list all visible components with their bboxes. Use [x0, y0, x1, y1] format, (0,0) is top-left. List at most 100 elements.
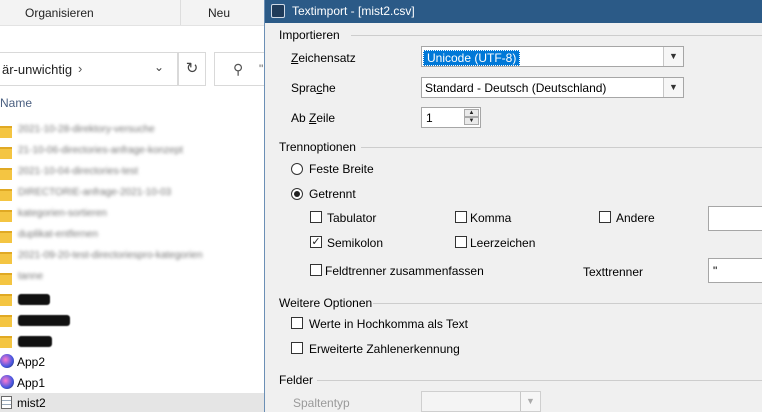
detect-numbers-label[interactable]: Erweiterte Zahlenerkennung	[309, 342, 460, 356]
search-input[interactable]: "	[259, 62, 263, 76]
section-fields: Felder	[279, 373, 314, 387]
folder-icon	[0, 126, 12, 138]
folder-icon	[0, 294, 12, 306]
app-icon	[271, 4, 285, 18]
list-item[interactable]: tanne	[0, 269, 270, 290]
column-type-select[interactable]: ▼	[421, 391, 541, 412]
folder-name: kategorien-sortieren	[18, 208, 107, 219]
list-item[interactable]	[0, 311, 270, 332]
list-item[interactable]: App1	[0, 373, 270, 394]
folder-icon	[0, 147, 12, 159]
spin-up-icon[interactable]: ▲	[464, 109, 479, 117]
list-item[interactable]: 2021-09-20-test-directoriespro-kategorie…	[0, 248, 270, 269]
space-checkbox[interactable]	[455, 236, 467, 248]
new-menu[interactable]: Neu	[208, 6, 230, 20]
folder-name: 21-10-06-directories-anfrage-konzept	[18, 145, 184, 156]
text-import-dialog: Textimport - [mist2.csv] Importieren Zei…	[264, 0, 762, 412]
redacted-name	[18, 294, 50, 305]
charset-label: Zeichensatz	[291, 51, 356, 65]
folder-icon	[0, 252, 12, 264]
fixed-width-radio[interactable]	[291, 163, 303, 175]
folder-icon	[0, 315, 12, 327]
list-item[interactable]: DIRECTORIE-anfrage-2021-10-03	[0, 185, 270, 206]
text-delimiter-input[interactable]: "	[708, 258, 762, 283]
section-further-options: Weitere Optionen	[279, 296, 373, 310]
app-icon	[0, 354, 14, 368]
file-name: mist2	[17, 396, 46, 410]
section-import: Importieren	[279, 28, 340, 42]
charset-value: Unicode (UTF-8)	[423, 50, 521, 66]
ribbon: Organisieren Neu	[0, 0, 270, 26]
merge-delimiters-checkbox[interactable]	[310, 264, 322, 276]
folder-icon	[0, 210, 12, 222]
separated-radio[interactable]	[291, 188, 303, 200]
chevron-down-icon[interactable]: ▼	[663, 47, 683, 66]
tab-checkbox[interactable]	[310, 211, 322, 223]
folder-name: 2021-09-20-test-directoriespro-kategorie…	[18, 250, 203, 261]
list-item[interactable]: 2021-10-28-direktory-versuche	[0, 122, 270, 143]
app-icon	[0, 375, 14, 389]
list-item[interactable]: 2021-10-04-directories-test	[0, 164, 270, 185]
organize-menu[interactable]: Organisieren	[25, 6, 94, 20]
folder-icon	[0, 231, 12, 243]
charset-select[interactable]: Unicode (UTF-8) ▼	[421, 46, 684, 67]
file-explorer-window: Organisieren Neu är-unwichtig › ⌄ ↻ ⚲ " …	[0, 0, 274, 412]
list-item-selected[interactable]: mist2	[0, 393, 270, 412]
list-item[interactable]: 21-10-06-directories-anfrage-konzept	[0, 143, 270, 164]
list-item[interactable]	[0, 332, 270, 353]
folder-name: 2021-10-04-directories-test	[18, 166, 139, 177]
language-label: Sprache	[291, 81, 336, 95]
csv-file-icon	[1, 396, 12, 409]
merge-delimiters-label[interactable]: Feldtrenner zusammenfassen	[325, 264, 484, 278]
quoted-as-text-label[interactable]: Werte in Hochkomma als Text	[309, 317, 468, 331]
chevron-right-icon[interactable]: ›	[78, 61, 82, 76]
column-header-name[interactable]: Name	[0, 96, 32, 110]
search-icon: ⚲	[233, 61, 244, 77]
tab-label[interactable]: Tabulator	[327, 211, 376, 225]
list-item[interactable]: duplikat-entfernen	[0, 227, 270, 248]
chevron-down-icon[interactable]: ▼	[520, 392, 540, 411]
folder-name: DIRECTORIE-anfrage-2021-10-03	[18, 187, 172, 198]
from-row-value: 1	[426, 111, 433, 125]
column-type-label: Spaltentyp	[293, 396, 350, 410]
file-name: App1	[17, 376, 46, 390]
section-separator-options: Trennoptionen	[279, 140, 356, 154]
ribbon-divider	[180, 0, 181, 25]
semicolon-label[interactable]: Semikolon	[327, 236, 383, 250]
divider	[373, 303, 762, 304]
comma-checkbox[interactable]	[455, 211, 467, 223]
quoted-as-text-checkbox[interactable]	[291, 317, 303, 329]
divider	[361, 147, 762, 148]
spin-down-icon[interactable]: ▼	[464, 117, 479, 125]
refresh-button[interactable]: ↻	[178, 52, 206, 86]
semicolon-checkbox[interactable]: ✓	[310, 236, 322, 248]
folder-icon	[0, 168, 12, 180]
folder-name: duplikat-entfernen	[18, 229, 99, 240]
file-name: App2	[17, 355, 46, 369]
detect-numbers-checkbox[interactable]	[291, 342, 303, 354]
folder-name: 2021-10-28-direktory-versuche	[18, 124, 155, 135]
folder-icon	[0, 189, 12, 201]
from-row-stepper[interactable]: 1 ▲ ▼	[421, 107, 481, 128]
divider	[317, 380, 762, 381]
other-separator-input[interactable]	[708, 206, 762, 231]
refresh-icon: ↻	[185, 60, 199, 77]
fixed-width-label[interactable]: Feste Breite	[309, 162, 374, 176]
separated-label[interactable]: Getrennt	[309, 187, 356, 201]
list-item[interactable]	[0, 290, 270, 311]
comma-label[interactable]: Komma	[470, 211, 511, 225]
list-item[interactable]: kategorien-sortieren	[0, 206, 270, 227]
list-item[interactable]: App2	[0, 352, 270, 373]
address-bar[interactable]: är-unwichtig › ⌄	[0, 52, 178, 86]
text-delimiter-value: "	[713, 264, 718, 278]
other-checkbox[interactable]	[599, 211, 611, 223]
folder-icon	[0, 273, 12, 285]
language-select[interactable]: Standard - Deutsch (Deutschland) ▼	[421, 77, 684, 98]
language-value: Standard - Deutsch (Deutschland)	[425, 81, 607, 95]
text-delimiter-label: Texttrenner	[583, 265, 644, 279]
other-label[interactable]: Andere	[616, 211, 655, 225]
title-bar[interactable]: Textimport - [mist2.csv]	[265, 0, 762, 23]
chevron-down-icon[interactable]: ⌄	[154, 60, 164, 74]
space-label[interactable]: Leerzeichen	[470, 236, 535, 250]
chevron-down-icon[interactable]: ▼	[663, 78, 683, 97]
